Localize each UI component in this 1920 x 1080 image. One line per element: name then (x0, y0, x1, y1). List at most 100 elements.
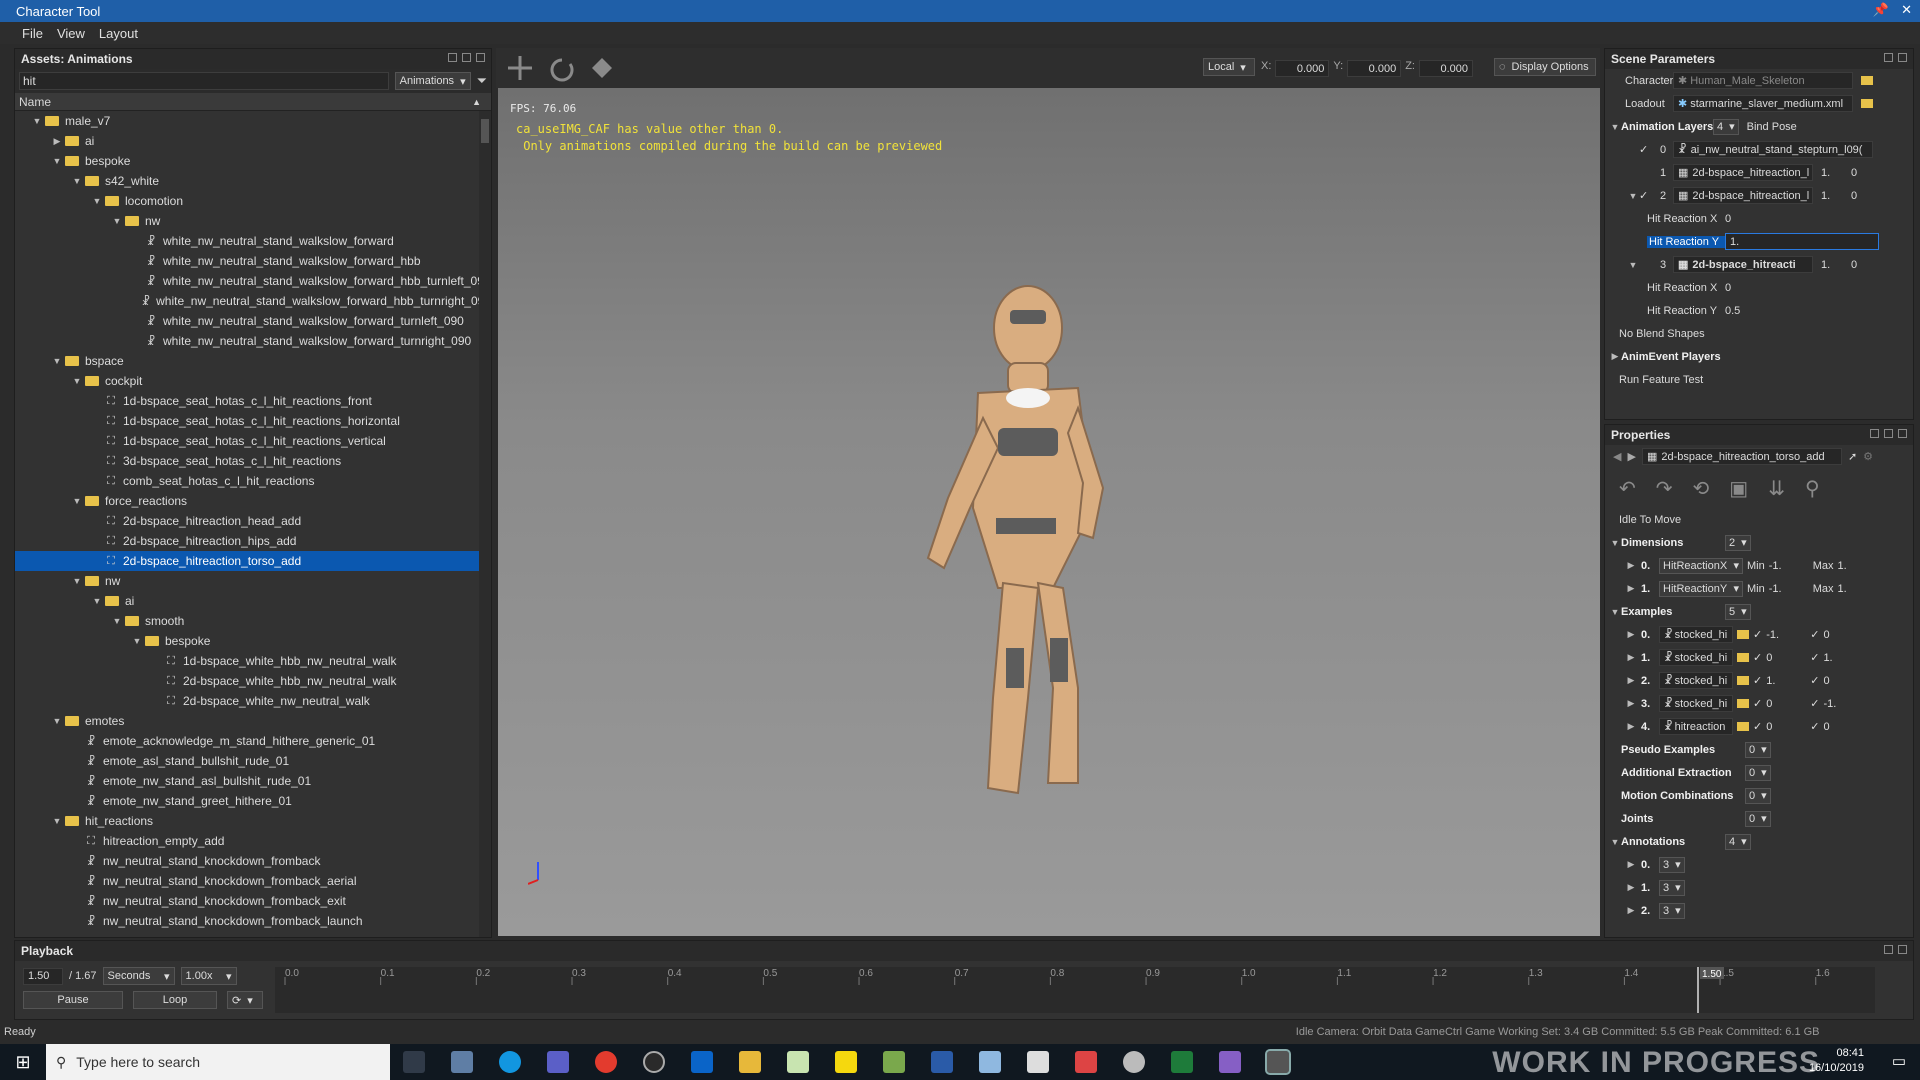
visual-studio-icon[interactable] (1219, 1051, 1241, 1073)
run-feature-test-button[interactable]: Run Feature Test (1619, 374, 1703, 386)
time-units-dropdown[interactable]: Seconds ▾ (102, 967, 175, 985)
example-x-checkbox[interactable]: ✓ (1753, 720, 1762, 733)
layer-weight[interactable]: 1. (1821, 167, 1851, 179)
layer-weight[interactable]: 1. (1821, 190, 1851, 202)
expanded-arrow-icon[interactable]: ▼ (111, 616, 123, 626)
tree-row[interactable]: ⛶ comb_seat_hotas_c_l_hit_reactions (15, 471, 491, 491)
tree-row[interactable]: ⛶ 1d-bspace_white_hbb_nw_neutral_walk (15, 651, 491, 671)
x-field[interactable]: 0.000 (1275, 60, 1330, 77)
expanded-arrow-icon[interactable]: ▼ (51, 356, 63, 366)
example-x-checkbox[interactable]: ✓ (1753, 674, 1762, 687)
annotation-count-dropdown[interactable]: 3 ▾ (1659, 856, 1685, 873)
close-icon[interactable] (1898, 945, 1907, 954)
tree-row[interactable]: ☧ white_nw_neutral_stand_walkslow_forward… (15, 311, 491, 331)
reset-icon[interactable]: ⟲ (1693, 476, 1710, 501)
redo-icon[interactable]: ↷ (1656, 476, 1673, 501)
collapsed-arrow-icon[interactable]: ▶ (1625, 629, 1637, 640)
tree-row[interactable]: ▼ nw (15, 211, 491, 231)
pin-icon[interactable]: 📌 (1873, 2, 1889, 18)
example-y-checkbox[interactable]: ✓ (1810, 674, 1819, 687)
expanded-arrow-icon[interactable]: ▼ (71, 496, 83, 506)
float-icon[interactable] (462, 53, 471, 62)
notifications-icon[interactable]: ▭ (1892, 1052, 1906, 1070)
tree-row[interactable]: ⛶ 2d-bspace_hitreaction_head_add (15, 511, 491, 531)
example-animation-field[interactable]: ☧ stocked_hi (1659, 695, 1733, 712)
additional-extraction-count-dropdown[interactable]: 0 ▾ (1745, 764, 1771, 781)
expanded-arrow-icon[interactable]: ▼ (1627, 191, 1639, 201)
example-x-value[interactable]: 0 (1766, 698, 1806, 710)
display-options-button[interactable]: ◌ Display Options (1494, 58, 1596, 76)
tree-row[interactable]: ⛶ 1d-bspace_seat_hotas_c_l_hit_reactions_… (15, 391, 491, 411)
example-animation-field[interactable]: ☧ hitreaction (1659, 718, 1733, 735)
tree-row[interactable]: ▼ bespoke (15, 631, 491, 651)
loop-mode-dropdown[interactable]: ⟳ ▾ (227, 991, 263, 1009)
tree-row[interactable]: ▼ locomotion (15, 191, 491, 211)
expand-arrow-icon[interactable]: ▼ (1609, 607, 1621, 617)
minimize-icon[interactable] (1870, 429, 1879, 438)
expanded-arrow-icon[interactable]: ▼ (131, 636, 143, 646)
hit-reaction-y-value[interactable]: 0.5 (1725, 305, 1740, 317)
example-y-value[interactable]: 0 (1823, 675, 1829, 687)
example-x-checkbox[interactable]: ✓ (1753, 697, 1762, 710)
tree-row[interactable]: ☧ emote_asl_stand_bullshit_rude_01 (15, 751, 491, 771)
example-x-value[interactable]: 0 (1766, 652, 1806, 664)
rsi-icon[interactable] (931, 1051, 953, 1073)
example-animation-field[interactable]: ☧ stocked_hi (1659, 649, 1733, 666)
bind-pose-toggle[interactable]: Bind Pose (1747, 121, 1797, 133)
layer-value[interactable]: 0 (1851, 167, 1857, 179)
explorer-app-icon[interactable] (451, 1051, 473, 1073)
tree-row[interactable]: ⛶ 2d-bspace_white_hbb_nw_neutral_walk (15, 671, 491, 691)
task-view-icon[interactable] (403, 1051, 425, 1073)
menu-layout[interactable]: Layout (99, 26, 138, 41)
layer-count-dropdown[interactable]: 4 ▾ (1713, 118, 1739, 135)
browse-folder-icon[interactable] (1737, 676, 1749, 685)
tree-row[interactable]: ▼ nw (15, 571, 491, 591)
3d-viewport[interactable]: FPS: 76.06 ca_useIMG_CAF has value other… (498, 88, 1600, 936)
export-icon[interactable]: ⇊ (1768, 476, 1785, 501)
examples-count-dropdown[interactable]: 5 ▾ (1725, 603, 1751, 620)
tree-row[interactable]: ⛶ 1d-bspace_seat_hotas_c_l_hit_reactions_… (15, 431, 491, 451)
undo-icon[interactable]: ↶ (1619, 476, 1636, 501)
collapsed-arrow-icon[interactable]: ▶ (1625, 859, 1637, 870)
expand-arrow-icon[interactable]: ▼ (1609, 122, 1621, 132)
obs-icon[interactable] (643, 1051, 665, 1073)
layer-value[interactable]: 0 (1851, 259, 1857, 271)
y-field[interactable]: 0.000 (1347, 60, 1402, 77)
example-y-checkbox[interactable]: ✓ (1810, 697, 1819, 710)
taskbar-clock[interactable]: 08:41 16/10/2019 (1809, 1046, 1864, 1076)
scale-tool-icon[interactable] (592, 58, 612, 78)
tree-row[interactable]: ☧ white_nw_neutral_stand_walkslow_forward… (15, 331, 491, 351)
float-icon[interactable] (1884, 945, 1893, 954)
app-icon[interactable] (1075, 1051, 1097, 1073)
collapsed-arrow-icon[interactable]: ▶ (1625, 905, 1637, 916)
close-icon[interactable] (476, 53, 485, 62)
excel-icon[interactable] (1171, 1051, 1193, 1073)
collapsed-arrow-icon[interactable]: ▶ (1625, 652, 1637, 663)
app-icon[interactable] (883, 1051, 905, 1073)
tree-row[interactable]: ⛶ 2d-bspace_hitreaction_hips_add (15, 531, 491, 551)
browse-folder-icon[interactable] (1737, 722, 1749, 731)
expanded-arrow-icon[interactable]: ▼ (71, 576, 83, 586)
min-value[interactable]: -1. (1769, 583, 1809, 595)
annotations-count-dropdown[interactable]: 4 ▾ (1725, 833, 1751, 850)
collapsed-arrow-icon[interactable]: ▶ (1625, 882, 1637, 893)
move-tool-icon[interactable] (508, 56, 532, 80)
example-y-value[interactable]: 1. (1823, 652, 1832, 664)
menu-view[interactable]: View (57, 26, 85, 41)
layer-animation-field[interactable]: ☧ ai_nw_neutral_stand_stepturn_l09( (1673, 141, 1873, 158)
min-value[interactable]: -1. (1769, 560, 1809, 572)
browse-folder-icon[interactable] (1737, 630, 1749, 639)
loop-button[interactable]: Loop (133, 991, 217, 1009)
filter-icon[interactable]: ⏷ (477, 73, 487, 89)
tree-scrollbar[interactable] (479, 111, 491, 937)
character-tool-taskbar-icon[interactable] (1265, 1049, 1291, 1075)
example-y-value[interactable]: 0 (1823, 629, 1829, 641)
tree-row[interactable]: ☧ white_nw_neutral_stand_walkslow_forward… (15, 271, 491, 291)
tree-column-header[interactable]: Name ▲ (15, 93, 491, 111)
max-value[interactable]: 1. (1838, 583, 1847, 595)
expand-arrow-icon[interactable]: ▼ (1609, 837, 1621, 847)
joints-count-dropdown[interactable]: 0 ▾ (1745, 810, 1771, 827)
dimension-param-dropdown[interactable]: HitReactionX ▾ (1659, 557, 1743, 574)
example-y-value[interactable]: -1. (1823, 698, 1836, 710)
close-icon[interactable] (1898, 429, 1907, 438)
